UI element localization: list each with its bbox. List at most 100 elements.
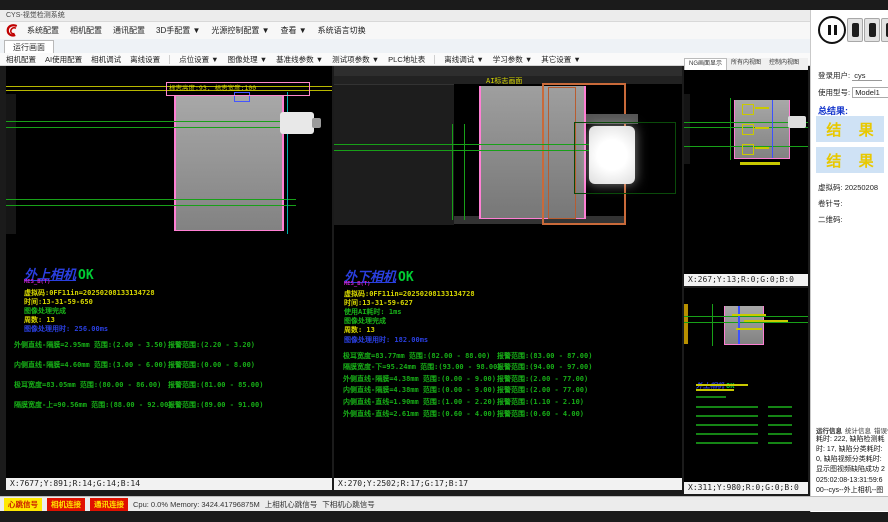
tab-error-info[interactable]: 错误信息 [874, 425, 888, 435]
tab-run-screen[interactable]: 运行画面 [4, 40, 54, 54]
process-time-line: 图像处理用时: 182.00ms [344, 335, 428, 345]
measure-line-green [334, 150, 589, 151]
nozzle-object [280, 112, 314, 134]
tab-run-info[interactable]: 运行信息 [816, 425, 842, 435]
roi-box-yellow [742, 104, 754, 115]
toolbar-image-processing[interactable]: 图像处理 ▼ [228, 54, 268, 65]
window-title: CYS-视觉检测系统 [6, 12, 65, 19]
nozzle-tip [312, 118, 321, 128]
micro-text-yellow [696, 389, 734, 391]
left-camera-view[interactable]: 标志高度:93, 标志宽度:100 外上相机OK MES_B(T) 虚拟码:0F… [6, 66, 332, 490]
menu-item-light-control-config[interactable]: 光源控制配置 ▼ [211, 25, 269, 36]
toolbar-test-params[interactable]: 测试项参数 ▼ [332, 54, 379, 65]
model-value[interactable]: Model1 [852, 87, 888, 98]
login-user-value: cys [852, 71, 882, 81]
micro-text-green [768, 442, 792, 444]
measure-line-green-vertical [712, 304, 713, 346]
roi-box-darkgreen [574, 122, 676, 194]
measure-line-green [334, 144, 589, 145]
overlay-ai-label: AI标志画面 [486, 76, 522, 86]
toolbar-offline-debug[interactable]: 离线调试 ▼ [444, 54, 484, 65]
menu-item-view[interactable]: 查看 ▼ [281, 25, 307, 36]
tab-strip: 运行画面 [0, 39, 810, 54]
spindle-label: 卷针号: [818, 198, 843, 209]
menu-item-3d-hand-config[interactable]: 3D手配置 ▼ [156, 25, 200, 36]
app-logo-icon [5, 23, 21, 38]
micro-label-yellow [740, 162, 780, 165]
pause-icon [828, 25, 831, 35]
tool-button-1[interactable] [847, 18, 863, 42]
tab-all-views[interactable]: 所有内视图 [727, 58, 765, 70]
tool-icon-2 [869, 23, 876, 37]
nozzle-object [788, 116, 806, 128]
toolbar-offline-settings[interactable]: 离线设置 [130, 54, 160, 65]
tool-button-3[interactable] [881, 18, 888, 42]
lower-camera-heartbeat: 下相机心跳信号 [322, 499, 375, 510]
menu-item-comm-config[interactable]: 通讯配置 [113, 25, 145, 36]
menu-item-language-switch[interactable]: 系统语言切换 [318, 25, 366, 36]
edge-strip-yellow [684, 304, 688, 344]
pause-button[interactable] [818, 16, 846, 44]
toolbar-learning-params[interactable]: 学习参数 ▼ [493, 54, 533, 65]
login-user-row: 登录用户: cys [818, 70, 882, 81]
micro-text-green [768, 415, 792, 417]
workpiece-region [724, 306, 764, 345]
virtual-code-label: 虚拟码: [818, 183, 843, 192]
micro-label-yellow [755, 107, 769, 109]
micro-label-yellow [736, 328, 762, 330]
small-camera-view-2[interactable]: 外上相机OK X:311;Y:980;R:0;G:0;B:0 [684, 288, 808, 494]
micro-text-green [696, 433, 758, 435]
toolbar-baseline-params[interactable]: 基准线参数 ▼ [276, 54, 323, 65]
run-info-log[interactable]: 耗时: 222, 缺陷检测耗时: 17, 缺陷分类耗时: 0, 缺陷视频分类耗时… [816, 435, 885, 497]
tool-button-2[interactable] [864, 18, 880, 42]
micro-text-green [696, 442, 758, 444]
pixel-coordinate-readout: X:311;Y:980;R:0;G:0;B:0 [684, 482, 808, 494]
desktop-top-strip [0, 0, 888, 10]
measurement-row: 内侧直线-直线=1.90mm 范围:(1.00 - 2.20)报警范围:(1.1… [343, 397, 682, 407]
toolbar-other-settings[interactable]: 其它设置 ▼ [541, 54, 581, 65]
pause-icon [834, 25, 837, 35]
heartbeat-badge: 心跳信号 [4, 498, 42, 511]
center-camera-view[interactable]: AI标志画面 外下相机OK MES_B(T) 虚拟码:0FF11in=20250… [334, 66, 682, 490]
measurement-row: 外侧直线-直线=2.61mm 范围:(0.60 - 4.00)报警范围:(0.6… [343, 409, 682, 419]
result-status-ok: OK [398, 270, 414, 285]
qr-code-label: 二维码: [818, 214, 843, 225]
toolbar-point-settings[interactable]: 点位设置 ▼ [179, 54, 219, 65]
measure-line-green [6, 205, 296, 206]
measure-line-green-vertical [452, 124, 453, 220]
right-sidebar: 登录用户: cys 使用型号: Model1 总结果: 结 果 结 果 虚拟码:… [810, 10, 888, 512]
micro-label-yellow [755, 147, 769, 149]
measure-line-green-vertical [464, 124, 465, 220]
micro-text-green [696, 396, 726, 398]
measure-line-green [684, 322, 808, 323]
result-status-ok: OK [78, 268, 94, 283]
tab-control-views[interactable]: 控制内视图 [765, 58, 803, 70]
pixel-coordinate-readout: X:267;Y:13;R:0;G:0;B:0 [684, 274, 808, 286]
mes-tag: MES_B(T) [344, 281, 371, 287]
toolbar-ai-use-config[interactable]: AI使用配置 [45, 54, 82, 65]
toolbar-plc-address-table[interactable]: PLC地址表 [388, 54, 425, 65]
menu-item-camera-config[interactable]: 相机配置 [70, 25, 102, 36]
cpu-memory-readout: Cpu: 0.0% Memory: 3424.41796875M [133, 500, 260, 509]
roi-box-yellow [742, 124, 754, 135]
tool-icon-1 [852, 23, 859, 37]
tab-stat-info[interactable]: 统计信息 [845, 425, 871, 435]
measure-line-green-vertical [730, 98, 731, 160]
measurement-row: 极耳宽度=83.05mm 范围:(80.00 - 86.00)报警范围:(81.… [14, 380, 332, 390]
measurement-row: 隔膜宽度-下=95.24mm 范围:(93.00 - 98.00)报警范围:(9… [343, 362, 682, 372]
result-box-lower: 结 果 [816, 147, 884, 173]
tab-ng-display[interactable]: NG画面显示 [684, 58, 727, 70]
micro-text-green [696, 406, 758, 408]
process-time-line: 图像处理用时: 256.00ms [24, 324, 108, 334]
toolbar-camera-debug[interactable]: 相机调试 [91, 54, 121, 65]
status-bar: 心跳信号 相机连接 通讯连接 Cpu: 0.0% Memory: 3424.41… [0, 496, 888, 511]
menu-item-system-config[interactable]: 系统配置 [27, 25, 59, 36]
measurement-row: 外侧直线-隔膜=2.95mm 范围:(2.00 - 3.50)报警范围:(2.2… [14, 340, 332, 350]
info-tabs: 运行信息 统计信息 错误信息 [816, 425, 888, 435]
login-user-label: 登录用户: [818, 71, 850, 80]
camera-link-badge: 相机连接 [47, 498, 85, 511]
pixel-coordinate-readout: X:7677;Y:891;R:14;G:14;B:14 [6, 478, 332, 490]
toolbar-camera-config[interactable]: 相机配置 [6, 54, 36, 65]
small-camera-view-1[interactable]: X:267;Y:13;R:0;G:0;B:0 [684, 70, 808, 286]
measurement-row: 内侧直线-隔膜=4.38mm 范围:(0.00 - 9.00)报警范围:(2.0… [343, 385, 682, 395]
